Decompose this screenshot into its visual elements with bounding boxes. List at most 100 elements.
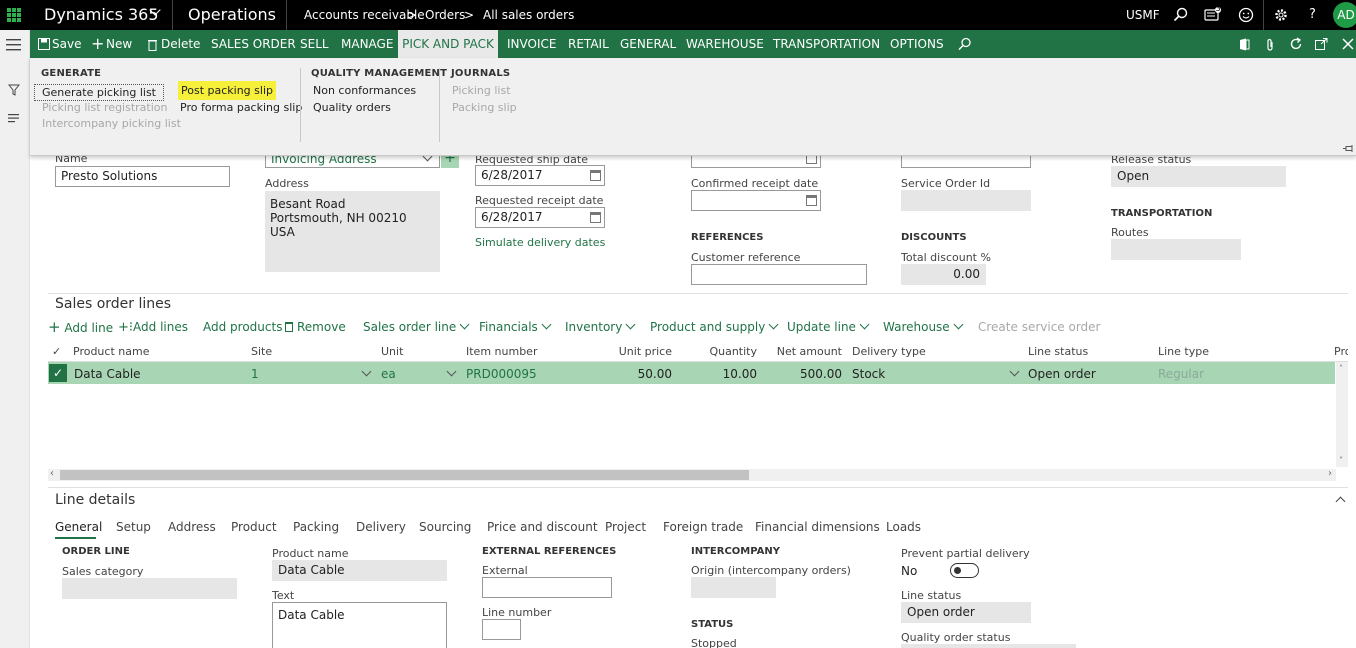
tab-packing[interactable]: Packing: [293, 520, 339, 534]
horizontal-scrollbar[interactable]: ‹ ›: [48, 468, 1336, 481]
app-launcher-icon[interactable]: [0, 0, 28, 30]
attachment-icon[interactable]: [1266, 38, 1274, 55]
add-line-button[interactable]: + Add line: [48, 320, 113, 336]
row-checkbox-checked-icon[interactable]: ✓: [49, 364, 67, 382]
tab-transportation[interactable]: TRANSPORTATION: [773, 30, 880, 59]
column-line-type[interactable]: Line type: [1158, 345, 1209, 359]
remove-button[interactable]: Remove: [285, 320, 346, 334]
tab-price-and-discount[interactable]: Price and discount: [487, 520, 598, 534]
search-icon[interactable]: [1173, 7, 1189, 26]
tab-product[interactable]: Product: [231, 520, 277, 534]
select-all-check-icon[interactable]: ✓: [52, 345, 61, 359]
settings-gear-icon[interactable]: [1273, 7, 1289, 26]
column-line-status[interactable]: Line status: [1028, 345, 1088, 359]
tab-pick-and-pack[interactable]: PICK AND PACK: [398, 30, 498, 58]
scroll-down-icon[interactable]: ˅: [1339, 456, 1343, 465]
collapse-chevron-up-icon[interactable]: [1332, 492, 1346, 507]
tab-general[interactable]: GENERAL: [620, 30, 676, 59]
product-and-supply-menu[interactable]: Product and supply: [650, 319, 779, 334]
open-new-window-icon[interactable]: [1315, 38, 1328, 53]
cell-net-amount[interactable]: 500.00: [765, 367, 842, 381]
prevent-partial-delivery-toggle[interactable]: [950, 563, 979, 578]
scroll-up-icon[interactable]: ˄: [1339, 364, 1343, 373]
financials-menu[interactable]: Financials: [479, 319, 552, 334]
inventory-menu[interactable]: Inventory: [565, 319, 636, 334]
simulate-delivery-dates-link[interactable]: Simulate delivery dates: [475, 236, 605, 249]
tab-delivery[interactable]: Delivery: [356, 520, 406, 534]
list-icon[interactable]: [8, 112, 20, 126]
calendar-icon[interactable]: [590, 212, 601, 223]
tab-financial-dimensions[interactable]: Financial dimensions: [755, 520, 880, 534]
tab-general[interactable]: General: [55, 520, 102, 534]
scrollbar-thumb[interactable]: [60, 470, 749, 480]
cell-delivery-type[interactable]: Stock: [852, 367, 885, 381]
column-delivery-type[interactable]: Delivery type: [852, 345, 926, 359]
help-icon[interactable]: ?: [1309, 0, 1316, 30]
save-button[interactable]: Save: [52, 30, 81, 59]
refresh-icon[interactable]: [1289, 37, 1303, 54]
requested-receipt-date-field[interactable]: 6/28/2017: [475, 207, 605, 228]
tab-setup[interactable]: Setup: [116, 520, 151, 534]
cell-product-name[interactable]: Data Cable: [74, 367, 141, 381]
column-net-amount[interactable]: Net amount: [765, 345, 842, 359]
column-unit-price[interactable]: Unit price: [600, 345, 672, 359]
cell-site[interactable]: 1: [251, 367, 259, 381]
office-icon[interactable]: [1238, 38, 1250, 54]
app-switcher-chevron-icon[interactable]: [146, 0, 161, 28]
cell-item-number[interactable]: PRD000095: [466, 367, 537, 381]
line-number-field[interactable]: [482, 619, 521, 640]
tab-retail[interactable]: RETAIL: [568, 30, 609, 59]
name-field[interactable]: Presto Solutions: [55, 166, 230, 187]
text-field[interactable]: Data Cable: [272, 602, 447, 648]
update-line-menu[interactable]: Update line: [787, 319, 870, 334]
user-avatar[interactable]: AD: [1333, 2, 1356, 28]
tab-warehouse[interactable]: WAREHOUSE: [686, 30, 764, 59]
warehouse-menu[interactable]: Warehouse: [883, 319, 964, 334]
confirmed-receipt-date-field[interactable]: [691, 190, 821, 211]
generate-picking-list-button[interactable]: Generate picking list: [34, 84, 164, 101]
cell-unit[interactable]: ea: [381, 367, 396, 381]
close-icon[interactable]: [1342, 38, 1354, 53]
requested-ship-date-field[interactable]: 6/28/2017: [475, 165, 605, 186]
add-lines-button[interactable]: +⁝Add lines: [118, 320, 188, 335]
column-unit[interactable]: Unit: [381, 345, 403, 359]
column-site[interactable]: Site: [251, 345, 272, 359]
quality-orders-button[interactable]: Quality orders: [313, 101, 391, 114]
tab-project[interactable]: Project: [605, 520, 646, 534]
add-products-button[interactable]: Add products: [203, 320, 282, 334]
delete-button[interactable]: Delete: [161, 30, 200, 59]
vertical-scrollbar[interactable]: ˄ ˅: [1336, 362, 1348, 467]
column-more[interactable]: Pro: [1334, 345, 1348, 359]
column-quantity[interactable]: Quantity: [685, 345, 757, 359]
calendar-icon[interactable]: [806, 195, 817, 206]
customer-reference-field[interactable]: [691, 264, 867, 285]
tab-foreign-trade[interactable]: Foreign trade: [663, 520, 743, 534]
tab-sales-order[interactable]: SALES ORDER: [211, 30, 296, 59]
column-product-name[interactable]: Product name: [73, 345, 149, 359]
tab-sourcing[interactable]: Sourcing: [419, 520, 471, 534]
tab-loads[interactable]: Loads: [886, 520, 921, 534]
external-field[interactable]: [482, 577, 612, 598]
non-conformances-button[interactable]: Non conformances: [313, 84, 416, 97]
pin-icon[interactable]: [1343, 142, 1355, 156]
calendar-icon[interactable]: [590, 170, 601, 181]
hamburger-menu-icon[interactable]: [6, 39, 22, 54]
post-packing-slip-button[interactable]: Post packing slip: [178, 81, 276, 100]
new-button[interactable]: New: [106, 30, 132, 59]
cell-unit-price[interactable]: 50.00: [600, 367, 672, 381]
chevron-down-icon[interactable]: [1006, 366, 1020, 381]
sales-order-line-menu[interactable]: Sales order line: [363, 319, 470, 334]
chevron-down-icon[interactable]: [358, 366, 372, 381]
column-item-number[interactable]: Item number: [466, 345, 537, 359]
tab-manage[interactable]: MANAGE: [341, 30, 393, 59]
tab-invoice[interactable]: INVOICE: [507, 30, 556, 59]
pro-forma-packing-slip-button[interactable]: Pro forma packing slip: [180, 101, 302, 114]
tab-options[interactable]: OPTIONS: [890, 30, 944, 59]
company-picker[interactable]: USMF: [1126, 0, 1160, 30]
app-name[interactable]: Dynamics 365: [44, 0, 159, 30]
tab-sell[interactable]: SELL: [300, 30, 329, 59]
chevron-down-icon[interactable]: [443, 366, 457, 381]
filter-icon[interactable]: [7, 84, 21, 99]
breadcrumb-orders[interactable]: Orders: [425, 0, 465, 30]
scroll-right-icon[interactable]: ›: [1328, 468, 1332, 479]
